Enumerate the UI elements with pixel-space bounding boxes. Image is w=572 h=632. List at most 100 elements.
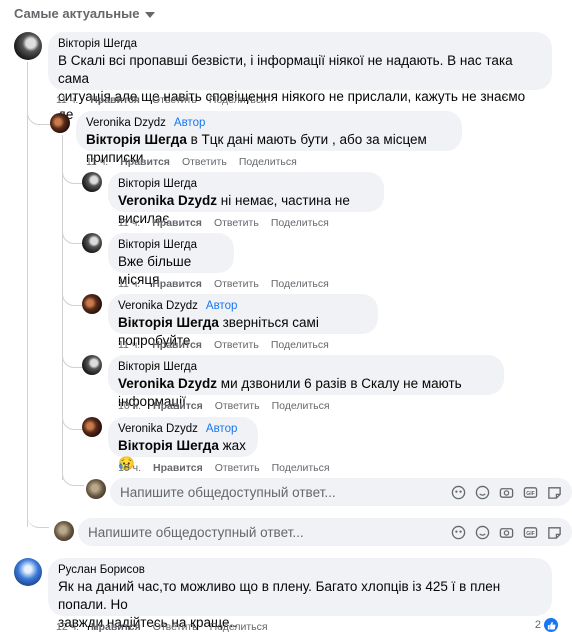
reply-button[interactable]: Ответить [214,217,259,229]
avatar[interactable] [82,172,102,192]
reply-input-placeholder: Напишите общедоступный ответ... [120,484,336,500]
comment-actions: 11 ч. Нравится Ответить Поделиться [86,156,297,168]
sticker-icon[interactable] [450,484,466,500]
comment-time[interactable]: 10 ч. [118,462,141,474]
camera-icon[interactable] [498,524,514,540]
mention-link[interactable]: Вікторія Шегда [118,315,219,330]
avatar[interactable] [50,113,70,133]
author-badge: Автор [205,423,238,435]
thread-connector [62,170,84,184]
share-button[interactable]: Поделиться [271,278,329,290]
like-reaction-icon [544,618,558,632]
reply-input[interactable]: Напишите общедоступный ответ... GIF [110,478,572,506]
sticker-icon[interactable] [450,524,466,540]
comment-author[interactable]: Veronika Dzydz [118,422,198,437]
like-button[interactable]: Нравится [120,156,170,168]
comment-text-line: Як на даний час,то можливо що в плену. Б… [58,579,501,612]
chevron-down-icon [144,11,155,18]
gif-icon[interactable]: GIF [522,484,538,500]
reply-button[interactable]: Ответить [214,339,259,351]
mention-link[interactable]: Вікторія Шегда [118,438,219,453]
comment-bubble: Вікторія Шегда Вже більше місяця [108,233,234,287]
camera-icon[interactable] [498,484,514,500]
share-button[interactable]: Поделиться [239,156,297,168]
sticker2-icon[interactable] [546,524,562,540]
thread-connector [62,470,84,486]
thread-connector [27,500,49,528]
mention-link[interactable]: Veronika Dzydz [118,376,217,391]
comment-author[interactable]: Вікторія Шегда [118,177,197,192]
like-button[interactable]: Нравится [90,94,140,106]
comment-actions: 10 ч. Нравится Ответить Поделиться [118,400,330,412]
reply-input-placeholder: Напишите общедоступный ответ... [88,524,304,540]
emoji-icon[interactable] [474,484,490,500]
share-button[interactable]: Поделиться [272,400,330,412]
like-button[interactable]: Нравится [152,278,202,290]
mention-link[interactable]: Veronika Dzydz [118,193,217,208]
comment-bubble: Вікторія Шегда В Скалі всі пропавші безв… [48,32,552,122]
comment-author[interactable]: Veronika Dzydz [86,116,166,131]
svg-text:GIF: GIF [526,530,535,536]
reply-button[interactable]: Ответить [215,462,260,474]
comment-actions: 11 ч. Нравится Ответить Поделиться [56,94,267,106]
svg-text:GIF: GIF [526,490,535,496]
sticker2-icon[interactable] [546,484,562,500]
emoji-icon[interactable] [474,524,490,540]
gif-icon[interactable]: GIF [522,524,538,540]
comment-time[interactable]: 12 ч. [56,621,79,632]
comment-author[interactable]: Вікторія Шегда [58,37,137,52]
thread-connector [62,354,84,368]
avatar[interactable] [82,417,102,437]
thread-connector [62,416,84,430]
share-button[interactable]: Поделиться [209,94,267,106]
comment-author[interactable]: Руслан Борисов [58,563,145,578]
avatar[interactable] [82,233,102,253]
reply-button[interactable]: Ответить [215,400,260,412]
comment-time[interactable]: 11 ч. [86,156,108,168]
share-button[interactable]: Поделиться [271,217,329,229]
reply-button[interactable]: Ответить [152,94,197,106]
comment-bubble: Veronika Dzydz Автор Вікторія Шегда в Тцк… [76,111,462,165]
thread-line [62,135,63,480]
user-avatar[interactable] [54,521,74,541]
comment-time[interactable]: 11 ч. [118,217,140,229]
comment-author[interactable]: Вікторія Шегда [118,360,197,375]
mention-link[interactable]: Вікторія Шегда [86,132,187,147]
like-button[interactable]: Нравится [153,400,203,412]
author-badge: Автор [205,300,238,312]
avatar[interactable] [14,558,42,586]
thread-connector [62,292,84,306]
thread-connector [27,105,51,125]
comment-text-line: В Скалі всі пропавші безвісти, і інформа… [58,53,513,86]
reaction-count[interactable]: 2 [535,618,558,632]
comment-actions: 11 ч. Нравится Ответить Поделиться [118,278,329,290]
share-button[interactable]: Поделиться [272,462,330,474]
sort-dropdown[interactable]: Самые актуальные [14,6,155,21]
comment-actions: 10 ч. Нравится Ответить Поделиться [118,462,330,474]
reply-button[interactable]: Ответить [214,278,259,290]
reply-button[interactable]: Ответить [182,156,227,168]
like-button[interactable]: Нравится [152,217,202,229]
share-button[interactable]: Поделиться [271,339,329,351]
avatar[interactable] [82,294,102,314]
like-button[interactable]: Нравится [152,339,202,351]
thread-line [27,62,28,527]
comment-time[interactable]: 11 ч. [118,339,140,351]
comment-author[interactable]: Вікторія Шегда [118,238,197,253]
avatar[interactable] [14,32,42,60]
reply-button[interactable]: Ответить [153,621,198,632]
comment-time[interactable]: 10 ч. [118,400,141,412]
comment-actions: 11 ч. Нравится Ответить Поделиться [118,339,329,351]
comment-bubble: Вікторія Шегда Veronika Dzydz ми дзвонил… [108,355,504,409]
comment-author[interactable]: Veronika Dzydz [118,299,198,314]
reply-input[interactable]: Напишите общедоступный ответ... GIF [78,518,572,546]
thread-connector [62,230,84,244]
comment-time[interactable]: 11 ч. [56,94,78,106]
author-badge: Автор [173,117,206,129]
like-button[interactable]: Нравится [153,462,203,474]
comment-time[interactable]: 11 ч. [118,278,140,290]
like-button[interactable]: Нравится [91,621,141,632]
avatar[interactable] [82,355,102,375]
share-button[interactable]: Поделиться [210,621,268,632]
user-avatar[interactable] [86,479,106,499]
